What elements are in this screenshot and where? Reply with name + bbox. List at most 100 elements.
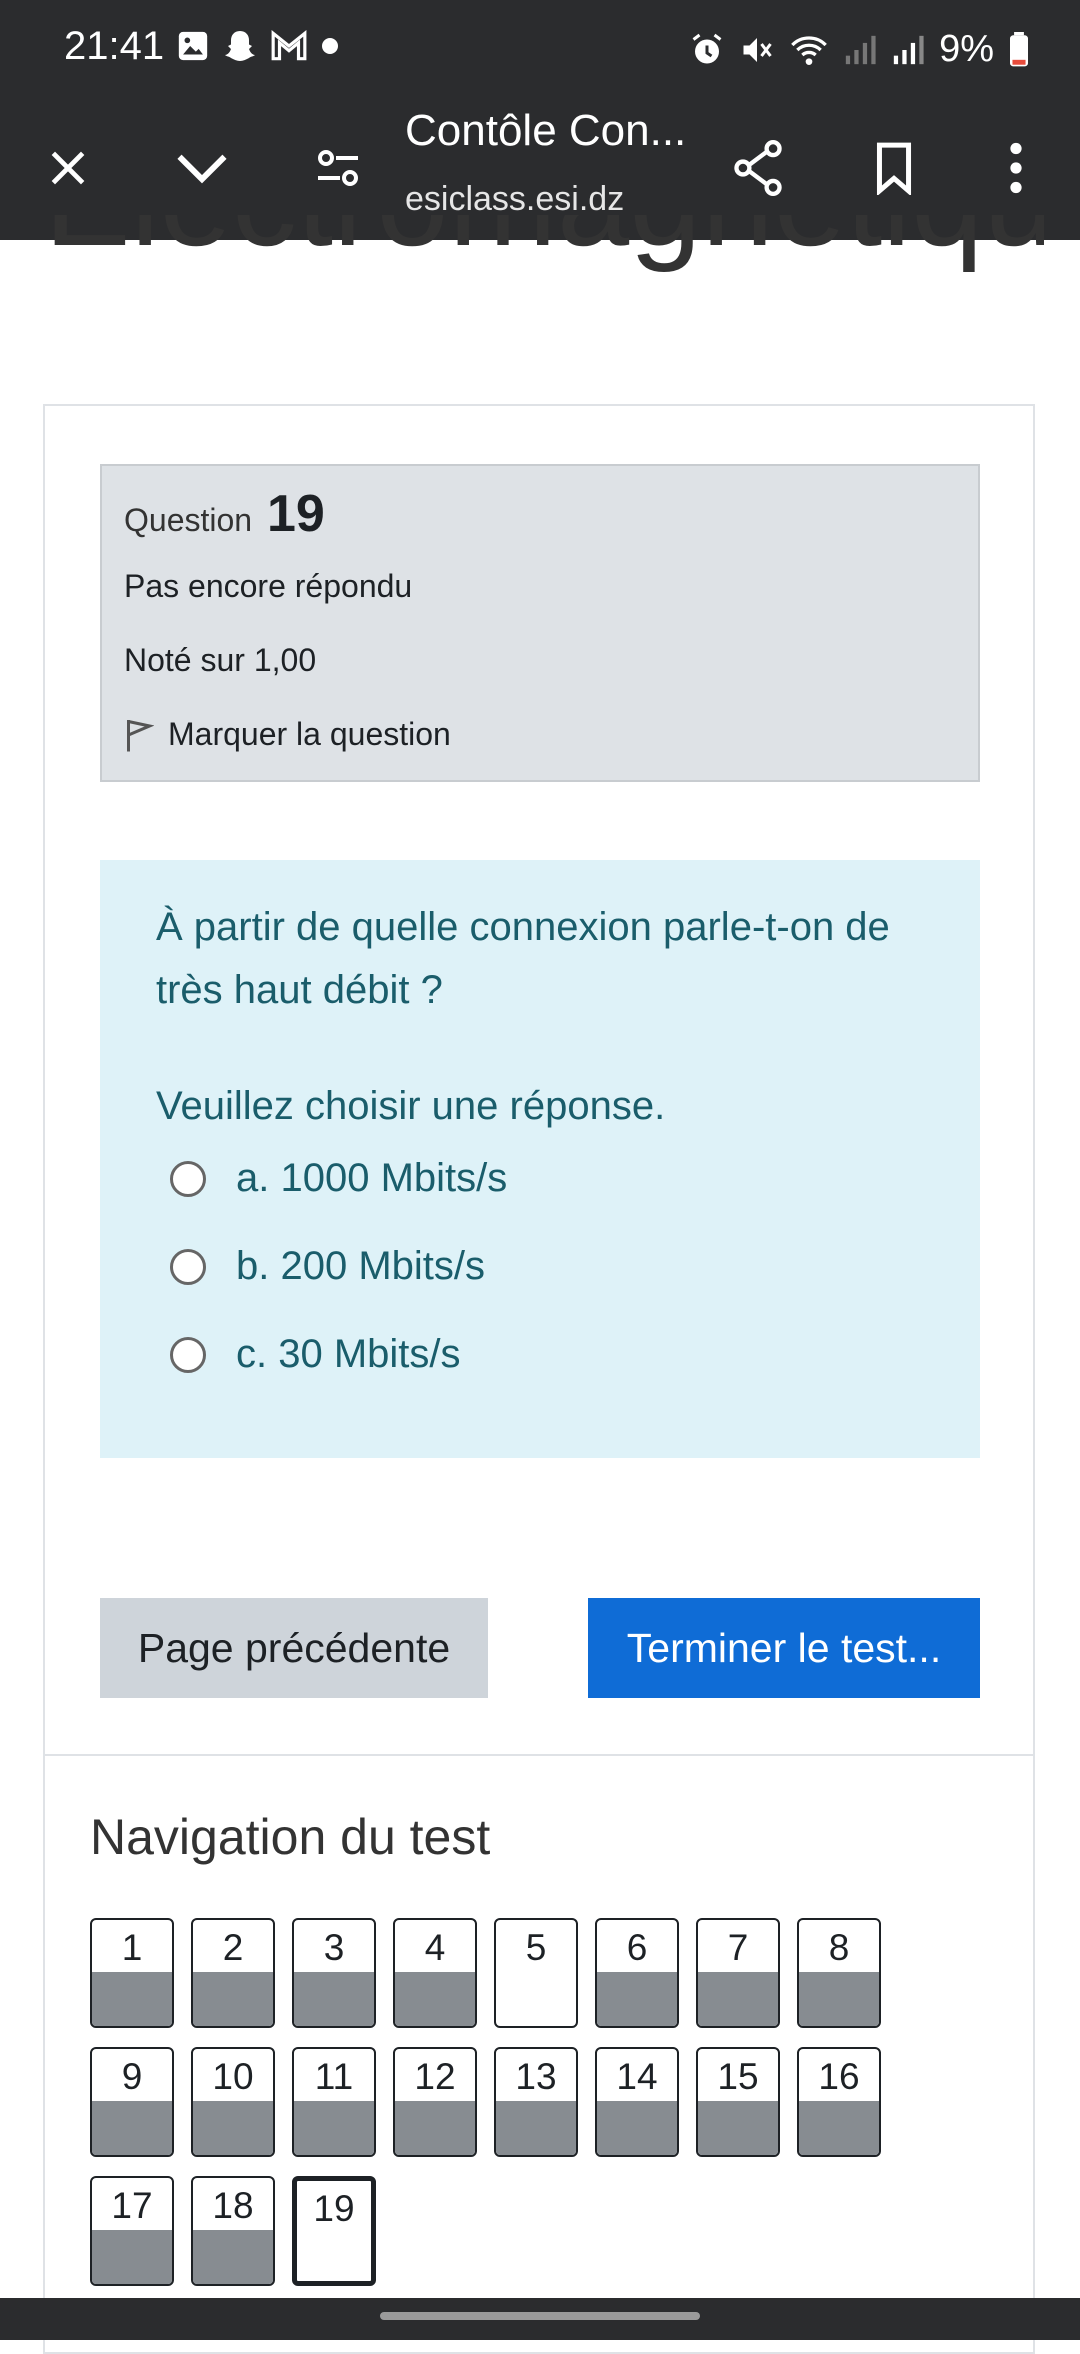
answered-indicator xyxy=(193,1972,273,2026)
answered-indicator xyxy=(294,1972,374,2026)
quiz-nav-number: 11 xyxy=(314,2056,354,2097)
quiz-nav-button-2[interactable]: 2 xyxy=(191,1918,275,2028)
chevron-down-icon[interactable] xyxy=(174,140,230,196)
radio-button[interactable] xyxy=(170,1336,206,1373)
answer-option-label[interactable]: a. 1000 Mbits/s xyxy=(236,1156,507,1201)
battery-icon xyxy=(1010,31,1028,66)
finish-attempt-button[interactable]: Terminer le test... xyxy=(588,1598,980,1698)
quiz-nav-number: 17 xyxy=(111,2185,153,2226)
answered-indicator xyxy=(597,2101,677,2155)
battery-percent: 9% xyxy=(939,28,994,70)
quiz-nav-number: 13 xyxy=(515,2056,557,2097)
quiz-nav-number: 4 xyxy=(424,1927,446,1968)
quiz-nav-button-14[interactable]: 14 xyxy=(595,2047,679,2157)
answered-indicator xyxy=(193,2101,273,2155)
quiz-nav-number: 7 xyxy=(727,1927,749,1968)
answered-indicator xyxy=(395,2101,475,2155)
question-text: À partir de quelle connexion parle-t-on … xyxy=(156,905,890,1012)
question-state: Pas encore répondu xyxy=(124,568,413,604)
quiz-nav-number: 5 xyxy=(525,1927,547,1968)
quiz-nav-number: 14 xyxy=(616,2056,658,2097)
share-icon[interactable] xyxy=(730,140,786,196)
quiz-nav-number: 1 xyxy=(121,1927,143,1968)
quiz-nav-button-16[interactable]: 16 xyxy=(797,2047,881,2157)
quiz-nav-button-4[interactable]: 4 xyxy=(393,1918,477,2028)
answer-option-a[interactable]: a. 1000 Mbits/s xyxy=(170,1156,507,1201)
radio-button[interactable] xyxy=(170,1160,206,1197)
gesture-bar xyxy=(0,2298,1080,2340)
answered-indicator xyxy=(597,1972,677,2026)
radio-button[interactable] xyxy=(170,1248,206,1285)
page-title[interactable]: Contôle Con... xyxy=(405,106,705,156)
home-handle[interactable] xyxy=(380,2312,700,2320)
answered-indicator xyxy=(294,2101,374,2155)
answered-indicator xyxy=(496,2101,576,2155)
quiz-nav-button-9[interactable]: 9 xyxy=(90,2047,174,2157)
quiz-nav-button-8[interactable]: 8 xyxy=(797,1918,881,2028)
quiz-navigation-title: Navigation du test xyxy=(90,1809,491,1865)
question-grade: Noté sur 1,00 xyxy=(124,642,317,678)
snapchat-icon xyxy=(225,31,255,61)
quiz-nav-button-18[interactable]: 18 xyxy=(191,2176,275,2286)
quiz-nav-button-12[interactable]: 12 xyxy=(393,2047,477,2157)
answered-indicator xyxy=(193,2230,273,2284)
dot-icon xyxy=(322,38,338,54)
flag-question-link[interactable]: Marquer la question xyxy=(124,716,451,753)
answer-option-b[interactable]: b. 200 Mbits/s xyxy=(170,1244,485,1289)
quiz-nav-number: 10 xyxy=(212,2056,254,2097)
quiz-nav-button-17[interactable]: 17 xyxy=(90,2176,174,2286)
quiz-nav-button-15[interactable]: 15 xyxy=(696,2047,780,2157)
quiz-nav-number: 6 xyxy=(626,1927,648,1968)
quiz-nav-number: 3 xyxy=(323,1927,345,1968)
answered-indicator xyxy=(799,2101,879,2155)
quiz-nav-button-19[interactable]: 19 xyxy=(292,2176,376,2286)
answered-indicator xyxy=(799,1972,879,2026)
quiz-nav-number: 2 xyxy=(222,1927,244,1968)
quiz-nav-button-5[interactable]: 5 xyxy=(494,1918,578,2028)
flag-icon xyxy=(127,719,154,751)
question-info: Question 19 Pas encore répondu Noté sur … xyxy=(100,464,980,782)
answer-option-c[interactable]: c. 30 Mbits/s xyxy=(170,1332,461,1377)
answered-indicator xyxy=(92,2230,172,2284)
answered-indicator xyxy=(92,2101,172,2155)
answered-indicator xyxy=(698,1972,778,2026)
wifi-icon xyxy=(791,35,827,65)
more-icon[interactable] xyxy=(988,140,1044,196)
site-settings-icon[interactable] xyxy=(310,140,366,196)
status-time: 21:41 xyxy=(64,24,165,68)
quiz-nav-number: 8 xyxy=(828,1927,850,1968)
answered-indicator xyxy=(395,1972,475,2026)
image-icon xyxy=(178,31,208,61)
quiz-nav-number: 15 xyxy=(717,2056,759,2097)
quiz-nav-number: 12 xyxy=(414,2056,456,2097)
quiz-nav-button-13[interactable]: 13 xyxy=(494,2047,578,2157)
page-domain[interactable]: esiclass.esi.dz xyxy=(405,180,624,219)
quiz-nav-button-10[interactable]: 10 xyxy=(191,2047,275,2157)
quiz-nav-button-7[interactable]: 7 xyxy=(696,1918,780,2028)
alarm-icon xyxy=(692,33,722,63)
status-bar: 21:41 9% xyxy=(0,0,1080,100)
mute-icon xyxy=(743,37,772,62)
close-icon[interactable] xyxy=(40,140,96,196)
signal-icon xyxy=(893,35,924,64)
quiz-nav-button-1[interactable]: 1 xyxy=(90,1918,174,2028)
answered-indicator xyxy=(698,2101,778,2155)
quiz-nav-button-6[interactable]: 6 xyxy=(595,1918,679,2028)
quiz-nav-number: 9 xyxy=(121,2056,143,2097)
flag-question-label[interactable]: Marquer la question xyxy=(168,716,451,753)
question-content: À partir de quelle connexion parle-t-on … xyxy=(100,860,980,1458)
gmail-icon xyxy=(271,30,307,61)
question-number: Question 19 xyxy=(124,485,325,543)
bookmark-icon[interactable] xyxy=(866,140,922,196)
quiz-nav-button-11[interactable]: 11 xyxy=(292,2047,376,2157)
previous-page-button[interactable]: Page précédente xyxy=(100,1598,488,1698)
signal-icon xyxy=(845,35,876,64)
quiz-nav-button-3[interactable]: 3 xyxy=(292,1918,376,2028)
quiz-nav-number: 18 xyxy=(212,2185,254,2226)
answer-option-label[interactable]: c. 30 Mbits/s xyxy=(236,1332,461,1377)
quiz-nav-number: 19 xyxy=(313,2188,355,2229)
answered-indicator xyxy=(92,1972,172,2026)
page-heading-partial: Electromagnetiques_C xyxy=(44,215,1044,315)
answer-prompt: Veuillez choisir une réponse. xyxy=(156,1084,666,1128)
answer-option-label[interactable]: b. 200 Mbits/s xyxy=(236,1244,485,1289)
